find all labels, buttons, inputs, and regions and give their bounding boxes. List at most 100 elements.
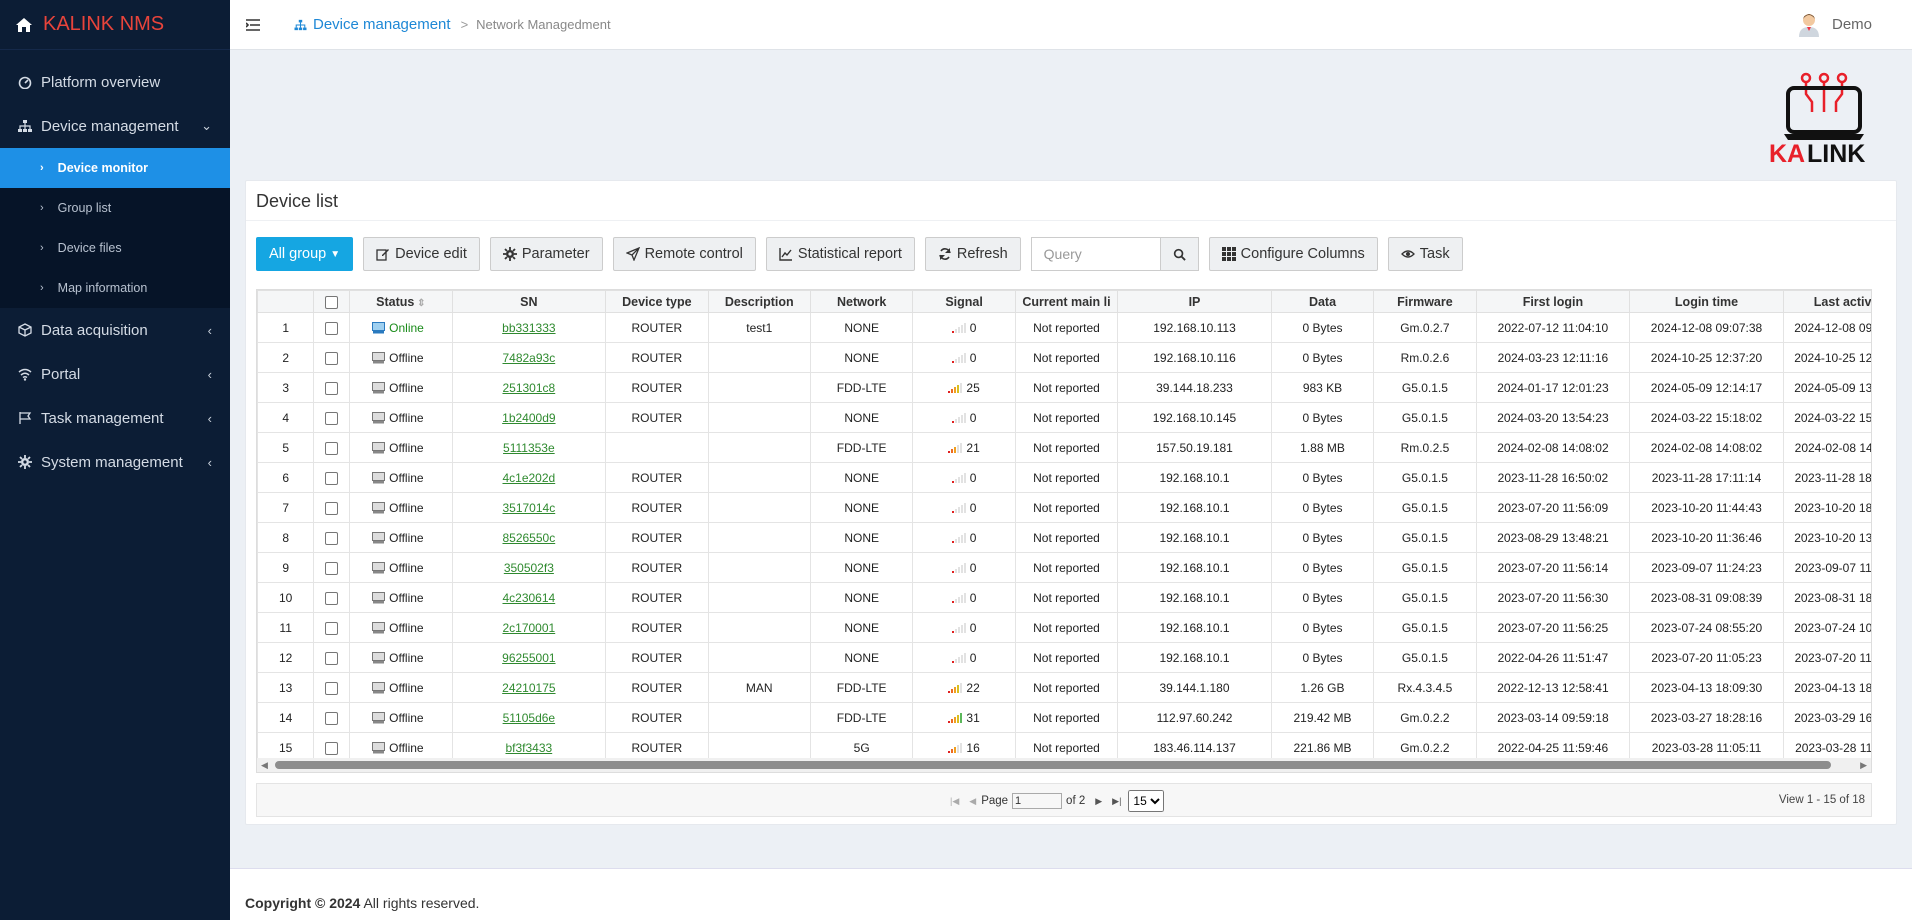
sort-icon[interactable]: ⇕ (414, 298, 425, 309)
column-header[interactable]: First login (1475, 290, 1631, 313)
row-select-cell[interactable] (313, 432, 351, 463)
table-row[interactable]: 9 Offline 350502f3 ROUTER NONE 0 Not reported 1… (257, 552, 1871, 583)
sn-link[interactable]: 4c230614 (502, 591, 555, 605)
row-select-cell[interactable] (313, 552, 351, 583)
column-header[interactable]: Data (1270, 290, 1375, 313)
next-page-icon[interactable]: ▶ (1095, 796, 1102, 807)
sidebar-subitem-device-files[interactable]: › Device files (0, 228, 230, 268)
column-header[interactable] (257, 290, 315, 313)
sn-link[interactable]: bb331333 (502, 321, 555, 335)
sn-link[interactable]: 3517014c (502, 501, 555, 515)
row-select-cell[interactable] (313, 612, 351, 643)
table-row[interactable]: 8 Offline 8526550c ROUTER NONE 0 Not reported 1… (257, 522, 1871, 553)
table-row[interactable]: 14 Offline 51105d6e ROUTER FDD-LTE 31 Not repo… (257, 702, 1871, 733)
query-input[interactable]: Query (1030, 237, 1161, 271)
sn-link[interactable]: 51105d6e (503, 711, 556, 725)
row-checkbox[interactable] (325, 381, 339, 395)
row-select-cell[interactable] (313, 522, 351, 553)
sidebar-item-system-management[interactable]: System management ‹ (0, 440, 230, 484)
first-page-icon[interactable]: |◀ (950, 796, 959, 807)
row-checkbox[interactable] (325, 711, 339, 725)
sn-link[interactable]: 4c1e202d (502, 471, 555, 485)
sn-link[interactable]: bf3f3433 (505, 741, 552, 755)
user-menu[interactable]: Demo (1796, 11, 1872, 37)
configure-columns-button[interactable]: Configure Columns (1208, 237, 1378, 271)
row-checkbox[interactable] (325, 531, 339, 545)
scroll-right-icon[interactable]: ▶ (1860, 760, 1867, 771)
row-select-cell[interactable] (313, 402, 351, 433)
column-header[interactable]: Status ⇕ (349, 290, 453, 313)
row-checkbox[interactable] (325, 441, 339, 455)
row-checkbox[interactable] (325, 621, 339, 635)
row-select-cell[interactable] (313, 642, 351, 673)
table-row[interactable]: 6 Offline 4c1e202d ROUTER NONE 0 Not reported 1… (257, 462, 1871, 493)
sn-link[interactable]: 350502f3 (504, 561, 554, 575)
column-header[interactable]: Description (707, 290, 811, 313)
column-header[interactable]: IP (1117, 290, 1272, 313)
page-size-select[interactable]: 15 (1128, 790, 1165, 812)
table-row[interactable]: 5 Offline 5111353e FDD-LTE 21 Not reported 157… (257, 432, 1871, 463)
table-row[interactable]: 13 Offline 24210175 ROUTER MAN FDD-LTE 22 Not r… (257, 672, 1871, 703)
row-select-cell[interactable] (313, 672, 351, 703)
refresh-button[interactable]: Refresh (924, 237, 1021, 271)
row-checkbox[interactable] (325, 591, 339, 605)
column-header[interactable]: Device type (605, 290, 709, 313)
column-header[interactable]: Login time (1629, 290, 1784, 313)
row-checkbox[interactable] (325, 501, 339, 515)
horizontal-scrollbar[interactable]: ◀ ▶ (257, 758, 1871, 772)
sn-link[interactable]: 1b2400d9 (502, 411, 555, 425)
sn-link[interactable]: 251301c8 (502, 381, 555, 395)
sidebar-item-portal[interactable]: Portal ‹ (0, 352, 230, 396)
device-edit-button[interactable]: Device edit (363, 237, 480, 271)
table-row[interactable]: 7 Offline 3517014c ROUTER NONE 0 Not reported 1… (257, 492, 1871, 523)
row-checkbox[interactable] (325, 411, 339, 425)
sn-link[interactable]: 7482a93c (502, 351, 555, 365)
row-checkbox[interactable] (325, 561, 339, 575)
task-button[interactable]: Task (1387, 237, 1463, 271)
sidebar-subitem-group-list[interactable]: › Group list (0, 188, 230, 228)
column-header[interactable]: Signal (912, 290, 1016, 313)
row-select-cell[interactable] (313, 462, 351, 493)
row-select-cell[interactable] (313, 312, 351, 343)
remote-control-button[interactable]: Remote control (612, 237, 756, 271)
table-row[interactable]: 10 Offline 4c230614 ROUTER NONE 0 Not reported… (257, 582, 1871, 613)
row-select-cell[interactable] (313, 492, 351, 523)
row-select-cell[interactable] (313, 702, 351, 733)
sidebar-item-task-management[interactable]: Task management ‹ (0, 396, 230, 440)
column-header[interactable]: Firmware (1373, 290, 1477, 313)
row-select-cell[interactable] (313, 582, 351, 613)
column-header[interactable]: Network (809, 290, 914, 313)
row-checkbox[interactable] (325, 681, 339, 695)
row-checkbox[interactable] (325, 471, 339, 485)
select-all-header[interactable] (313, 290, 351, 313)
page-input[interactable]: 1 (1012, 793, 1063, 809)
row-checkbox[interactable] (325, 741, 339, 755)
all-group-dropdown[interactable]: All group ▼ (256, 237, 354, 271)
sn-link[interactable]: 5111353e (503, 441, 555, 455)
table-row[interactable]: 1 Online bb331333 ROUTER test1 NONE 0 Not repor… (257, 312, 1871, 343)
brand[interactable]: KALINK NMS (0, 0, 230, 50)
column-header[interactable]: Last activity (1782, 290, 1871, 313)
sidebar-item-data-acquisition[interactable]: Data acquisition ‹ (0, 308, 230, 352)
parameter-button[interactable]: Parameter (489, 237, 603, 271)
column-header[interactable]: Current main li (1014, 290, 1119, 313)
table-row[interactable]: 11 Offline 2c170001 ROUTER NONE 0 Not reported… (257, 612, 1871, 643)
scroll-left-icon[interactable]: ◀ (261, 760, 268, 771)
row-select-cell[interactable] (313, 342, 351, 373)
sidebar-subitem-device-monitor[interactable]: › Device monitor (0, 148, 230, 188)
table-row[interactable]: 12 Offline 96255001 ROUTER NONE 0 Not reported… (257, 642, 1871, 673)
breadcrumb-link[interactable]: Device management (313, 16, 451, 33)
sn-link[interactable]: 2c170001 (502, 621, 555, 635)
sn-link[interactable]: 8526550c (502, 531, 555, 545)
table-row[interactable]: 3 Offline 251301c8 ROUTER FDD-LTE 25 Not repor… (257, 372, 1871, 403)
row-checkbox[interactable] (325, 351, 339, 365)
sidebar-item-platform-overview[interactable]: Platform overview (0, 60, 230, 104)
last-page-icon[interactable]: ▶| (1112, 796, 1121, 807)
statistical-report-button[interactable]: Statistical report (765, 237, 915, 271)
table-row[interactable]: 4 Offline 1b2400d9 ROUTER NONE 0 Not reported 1… (257, 402, 1871, 433)
row-select-cell[interactable] (313, 372, 351, 403)
scrollbar-thumb[interactable] (275, 761, 1831, 769)
sn-link[interactable]: 96255001 (502, 651, 555, 665)
prev-page-icon[interactable]: ◀ (969, 796, 976, 807)
sidebar-subitem-map-information[interactable]: › Map information (0, 268, 230, 308)
